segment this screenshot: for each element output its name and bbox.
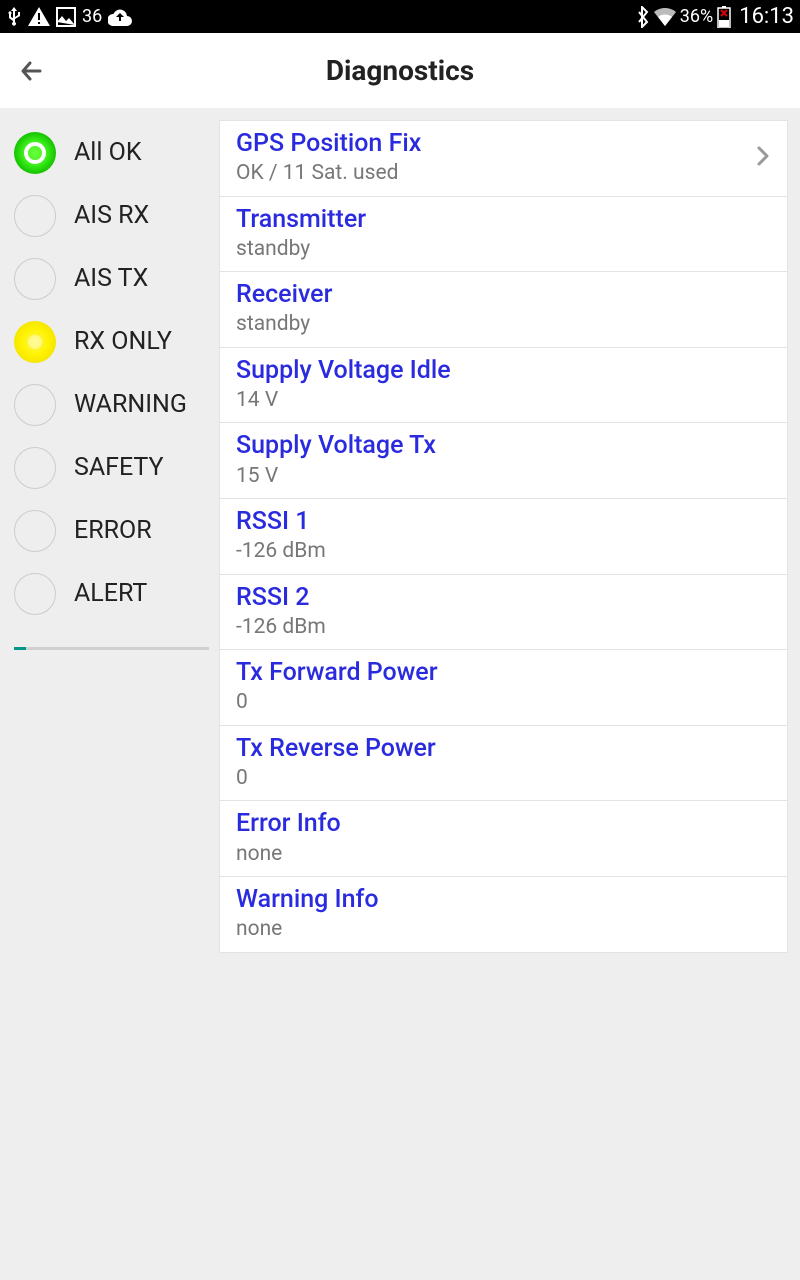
diagnostic-texts: Receiverstandby (236, 279, 771, 339)
diagnostic-texts: Transmitterstandby (236, 204, 771, 264)
diagnostic-row: Warning Infonone (220, 877, 787, 952)
battery-percent: 36% (680, 6, 713, 27)
diagnostic-row: RSSI 1-126 dBm (220, 499, 787, 575)
diagnostic-texts: Supply Voltage Idle14 V (236, 355, 771, 415)
diagnostic-row: Tx Reverse Power0 (220, 726, 787, 802)
diagnostic-texts: Error Infonone (236, 808, 771, 868)
diagnostics-panel: GPS Position FixOK / 11 Sat. used Transmi… (219, 109, 800, 953)
diagnostic-texts: RSSI 2-126 dBm (236, 582, 771, 642)
diagnostic-value: -126 dBm (236, 537, 771, 565)
status-sidebar: All OK AIS RX AIS TX RX ONLY WARNING SAFETY ER… (0, 109, 219, 953)
warning-icon (28, 7, 50, 27)
diagnostic-value: -126 dBm (236, 613, 771, 641)
statusbar-time: 16:13 (739, 4, 794, 29)
diagnostic-texts: Warning Infonone (236, 884, 771, 944)
statusbar-left: 36 (6, 6, 132, 27)
status-dot-icon (14, 258, 56, 300)
status-label: ERROR (74, 516, 152, 545)
diagnostic-row: Transmitterstandby (220, 197, 787, 273)
diagnostic-value: none (236, 915, 771, 943)
diagnostic-row: Error Infonone (220, 801, 787, 877)
diagnostic-title: RSSI 1 (236, 506, 771, 537)
diagnostic-texts: Supply Voltage Tx15 V (236, 430, 771, 490)
diagnostics-list[interactable]: GPS Position FixOK / 11 Sat. used Transmi… (219, 120, 788, 953)
diagnostic-value: OK / 11 Sat. used (236, 159, 755, 187)
diagnostic-title: Error Info (236, 808, 771, 839)
diagnostic-title: Warning Info (236, 884, 771, 915)
diagnostic-title: Tx Reverse Power (236, 733, 771, 764)
diagnostic-title: GPS Position Fix (236, 128, 755, 159)
diagnostic-title: RSSI 2 (236, 582, 771, 613)
status-dot-icon (14, 195, 56, 237)
diagnostic-title: Supply Voltage Tx (236, 430, 771, 461)
bluetooth-icon (636, 6, 650, 28)
image-icon (56, 7, 76, 27)
status-dot-icon (14, 384, 56, 426)
status-label: All OK (74, 138, 142, 167)
status-item[interactable]: AIS RX (14, 184, 219, 247)
diagnostic-value: none (236, 840, 771, 868)
statusbar-right: 36% 16:13 (636, 4, 794, 29)
app-header: Diagnostics (0, 33, 800, 109)
status-dot-icon (14, 447, 56, 489)
status-item[interactable]: ALERT (14, 562, 219, 625)
diagnostic-value: 14 V (236, 386, 771, 414)
status-item[interactable]: ERROR (14, 499, 219, 562)
status-label: ALERT (74, 579, 147, 608)
wifi-icon (654, 8, 676, 26)
diagnostic-row[interactable]: GPS Position FixOK / 11 Sat. used (220, 121, 787, 197)
cloud-upload-icon (108, 8, 132, 26)
content: All OK AIS RX AIS TX RX ONLY WARNING SAFETY ER… (0, 109, 800, 953)
status-item[interactable]: RX ONLY (14, 310, 219, 373)
status-dot-icon (14, 573, 56, 615)
diagnostic-texts: Tx Forward Power0 (236, 657, 771, 717)
arrow-left-icon (18, 57, 46, 85)
status-item[interactable]: AIS TX (14, 247, 219, 310)
diagnostic-texts: Tx Reverse Power0 (236, 733, 771, 793)
usb-icon (6, 7, 22, 27)
diagnostic-value: 0 (236, 688, 771, 716)
status-item[interactable]: WARNING (14, 373, 219, 436)
diagnostic-title: Receiver (236, 279, 771, 310)
status-dot-icon (14, 510, 56, 552)
status-label: AIS TX (74, 264, 148, 293)
back-button[interactable] (16, 55, 48, 87)
sidebar-divider (14, 647, 209, 650)
diagnostic-title: Supply Voltage Idle (236, 355, 771, 386)
android-statusbar: 36 36% 16:13 (0, 0, 800, 33)
diagnostic-texts: RSSI 1-126 dBm (236, 506, 771, 566)
statusbar-number: 36 (82, 6, 102, 27)
diagnostic-value: standby (236, 310, 771, 338)
diagnostic-title: Tx Forward Power (236, 657, 771, 688)
diagnostic-row: Receiverstandby (220, 272, 787, 348)
diagnostic-texts: GPS Position FixOK / 11 Sat. used (236, 128, 755, 188)
status-dot-icon (14, 321, 56, 363)
status-label: AIS RX (74, 201, 149, 230)
status-label: WARNING (74, 390, 187, 419)
diagnostic-row: Supply Voltage Tx15 V (220, 423, 787, 499)
diagnostic-value: standby (236, 235, 771, 263)
diagnostic-row: RSSI 2-126 dBm (220, 575, 787, 651)
status-dot-icon (14, 132, 56, 174)
diagnostic-row: Supply Voltage Idle14 V (220, 348, 787, 424)
diagnostic-value: 15 V (236, 462, 771, 490)
diagnostic-row: Tx Forward Power0 (220, 650, 787, 726)
diagnostic-title: Transmitter (236, 204, 771, 235)
status-label: SAFETY (74, 453, 164, 482)
battery-icon (717, 6, 731, 28)
status-item[interactable]: SAFETY (14, 436, 219, 499)
chevron-right-icon (755, 144, 771, 172)
status-item[interactable]: All OK (14, 121, 219, 184)
diagnostic-value: 0 (236, 764, 771, 792)
page-title: Diagnostics (48, 54, 752, 87)
status-label: RX ONLY (74, 327, 172, 356)
